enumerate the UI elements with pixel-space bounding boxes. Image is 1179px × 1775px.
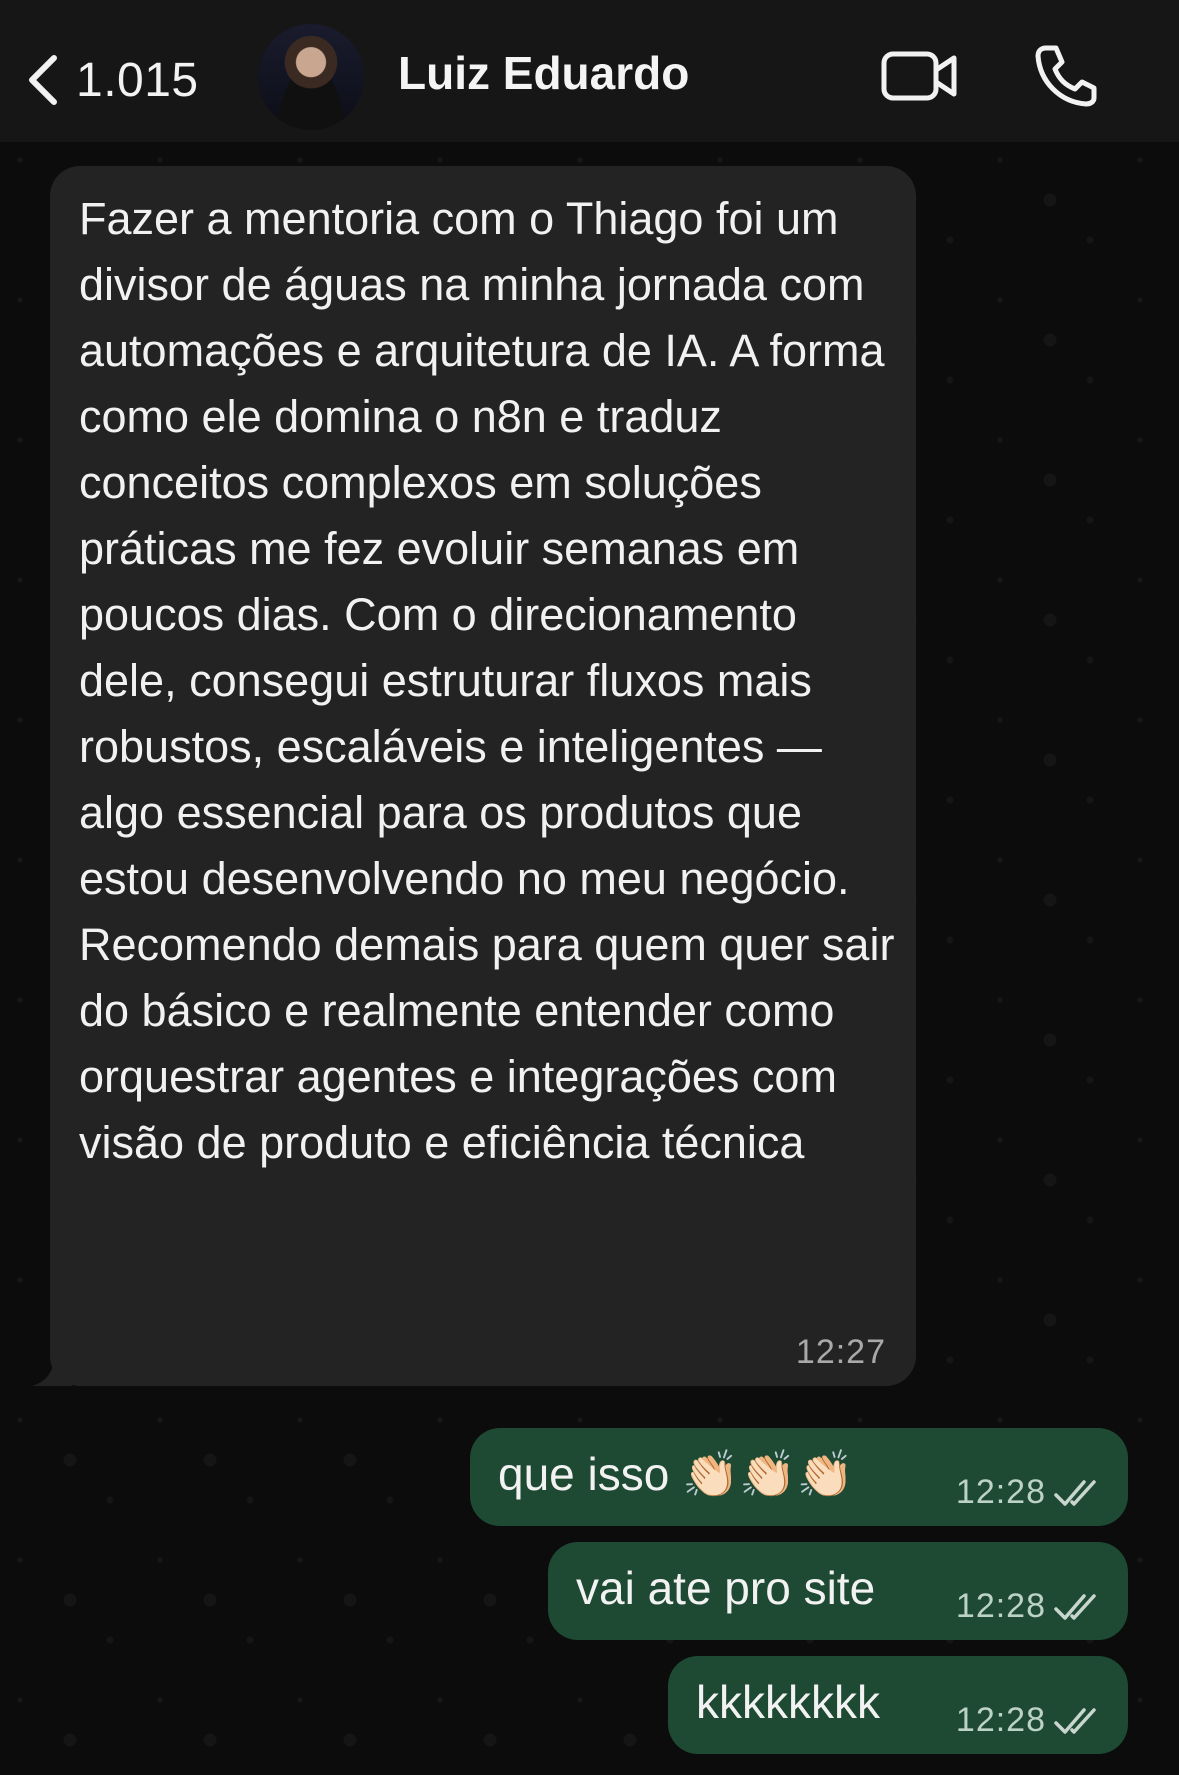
unread-count: 1.015 [76, 53, 199, 107]
bubble-tail [32, 1356, 72, 1386]
chevron-left-icon [29, 55, 57, 105]
video-camera-icon[interactable] [880, 44, 960, 108]
message-text: kkkkkkkk [696, 1676, 880, 1728]
double-check-icon [1054, 1707, 1096, 1734]
chat-header: 1.015 Luiz Eduardo [0, 0, 1179, 142]
message-text: Fazer a mentoria com o Thiago foi um div… [79, 193, 895, 1168]
outgoing-message[interactable]: que isso 👏🏻👏🏻👏🏻 12:28 [470, 1428, 1128, 1526]
back-button[interactable]: 1.015 [24, 40, 224, 120]
message-time: 12:27 [795, 1333, 886, 1371]
message-time: 12:28 [955, 1587, 1046, 1625]
contact-avatar[interactable] [258, 24, 364, 130]
phone-icon[interactable] [1032, 42, 1098, 108]
message-time: 12:28 [955, 1701, 1046, 1739]
message-meta: 12:28 [956, 1701, 1102, 1740]
message-time: 12:28 [955, 1473, 1046, 1511]
double-check-icon [1054, 1593, 1096, 1620]
message-text: vai ate pro site [576, 1562, 876, 1614]
contact-name[interactable]: Luiz Eduardo [398, 46, 689, 100]
message-meta: 12:28 [956, 1587, 1102, 1626]
outgoing-message[interactable]: kkkkkkkk 12:28 [668, 1656, 1128, 1754]
message-text: que isso 👏🏻👏🏻👏🏻 [498, 1448, 854, 1500]
double-check-icon [1054, 1479, 1096, 1506]
incoming-message[interactable]: Fazer a mentoria com o Thiago foi um div… [32, 166, 916, 1386]
message-meta: 12:28 [956, 1473, 1102, 1512]
outgoing-message[interactable]: vai ate pro site 12:28 [548, 1542, 1128, 1640]
